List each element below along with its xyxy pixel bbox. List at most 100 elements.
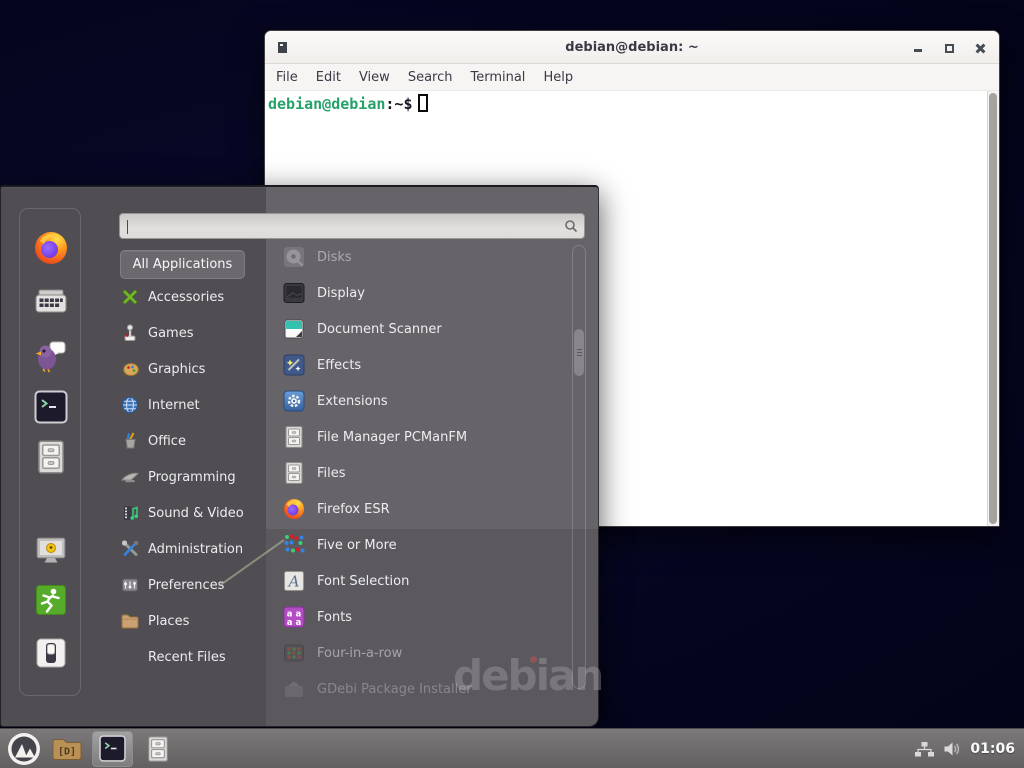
- document-scanner-icon: [282, 317, 306, 341]
- shutdown-button[interactable]: [33, 635, 69, 671]
- all-applications-button[interactable]: All Applications: [120, 250, 245, 279]
- preferences-icon: [120, 575, 140, 595]
- effects-icon: [282, 353, 306, 377]
- gdebi-icon: [282, 677, 306, 701]
- volume-icon[interactable]: [943, 741, 961, 757]
- menu-item-search[interactable]: Search: [399, 64, 462, 91]
- application-list: Disks Display Document Scanner Effects: [282, 239, 562, 707]
- app-disks[interactable]: Disks: [282, 239, 562, 275]
- recent-files-icon-empty: [120, 647, 140, 667]
- sound-video-icon: [120, 503, 140, 523]
- search-icon: [564, 219, 578, 233]
- window-controls: [911, 31, 987, 64]
- menu-button[interactable]: [7, 732, 41, 766]
- menu-logo-icon: [7, 732, 41, 766]
- category-administration[interactable]: Administration: [120, 531, 270, 567]
- category-recent-files[interactable]: Recent Files: [120, 639, 270, 675]
- extensions-icon: [282, 389, 306, 413]
- favorite-terminal-button[interactable]: [33, 389, 69, 425]
- app-four-in-a-row[interactable]: Four-in-a-row: [282, 635, 562, 671]
- search-input[interactable]: [128, 216, 548, 236]
- app-extensions[interactable]: Extensions: [282, 383, 562, 419]
- software-keys-icon: [33, 284, 69, 320]
- favorite-files-button[interactable]: [33, 439, 69, 475]
- category-places[interactable]: Places: [120, 603, 270, 639]
- maximize-button[interactable]: [942, 41, 956, 55]
- menu-item-terminal[interactable]: Terminal: [461, 64, 534, 91]
- pidgin-icon: [33, 337, 69, 373]
- four-in-a-row-icon: [282, 641, 306, 665]
- terminal-titlebar[interactable]: debian@debian: ~: [265, 31, 999, 64]
- terminal-cursor: [418, 94, 428, 112]
- app-fonts[interactable]: a aa a Fonts: [282, 599, 562, 635]
- category-sound-video[interactable]: Sound & Video: [120, 495, 270, 531]
- app-five-or-more[interactable]: Five or More: [282, 527, 562, 563]
- favorite-pidgin-button[interactable]: [33, 337, 69, 373]
- firefox-esr-icon: [282, 497, 306, 521]
- disks-icon: [282, 245, 306, 269]
- prompt-path: :~$: [385, 95, 412, 113]
- internet-icon: [120, 395, 140, 415]
- close-button[interactable]: [973, 41, 987, 55]
- terminal-prompt-line: debian@debian:~$: [268, 94, 428, 113]
- terminal-taskbar-icon: [98, 734, 127, 763]
- lock-screen-icon: [33, 532, 69, 568]
- search-box[interactable]: [119, 213, 585, 239]
- svg-text:[D]: [D]: [58, 746, 76, 757]
- system-tray: 01:06: [914, 741, 1024, 757]
- category-programming[interactable]: Programming: [120, 459, 270, 495]
- shutdown-icon: [33, 635, 69, 671]
- favorite-firefox-button[interactable]: [33, 230, 69, 266]
- app-list-scrollbar-thumb[interactable]: [574, 329, 584, 376]
- favorite-software-button[interactable]: [33, 284, 69, 320]
- menu-item-view[interactable]: View: [350, 64, 399, 91]
- category-accessories[interactable]: Accessories: [120, 279, 270, 315]
- desktop-folder-icon: [D]: [51, 736, 83, 762]
- lock-screen-button[interactable]: [33, 532, 69, 568]
- clock[interactable]: 01:06: [970, 741, 1015, 757]
- app-font-selection[interactable]: A Font Selection: [282, 563, 562, 599]
- graphics-icon: [120, 359, 140, 379]
- svg-text:A: A: [287, 573, 300, 591]
- desktop-folder-launcher[interactable]: [D]: [51, 735, 83, 763]
- network-icon[interactable]: [914, 741, 934, 757]
- app-list-scrollbar[interactable]: [572, 245, 586, 689]
- favorites-sidebar: [19, 208, 81, 696]
- prompt-user-host: debian@debian: [268, 95, 385, 113]
- app-display[interactable]: Display: [282, 275, 562, 311]
- programming-icon: [120, 467, 140, 487]
- terminal-title: debian@debian: ~: [265, 31, 999, 64]
- category-games[interactable]: Games: [120, 315, 270, 351]
- display-icon: [282, 281, 306, 305]
- app-gdebi-package-installer[interactable]: GDebi Package Installer: [282, 671, 562, 707]
- text-caret: [127, 220, 128, 234]
- taskbar: [D]: [0, 728, 1024, 768]
- category-preferences[interactable]: Preferences: [120, 567, 270, 603]
- terminal-scrollbar[interactable]: [987, 91, 999, 526]
- terminal-menubar: File Edit View Search Terminal Help: [265, 64, 999, 91]
- menu-item-edit[interactable]: Edit: [307, 64, 350, 91]
- font-selection-icon: A: [282, 569, 306, 593]
- file-manager-taskbar-icon: [144, 734, 172, 764]
- terminal-taskbar-button[interactable]: [92, 731, 133, 767]
- app-document-scanner[interactable]: Document Scanner: [282, 311, 562, 347]
- logout-button[interactable]: [33, 582, 69, 618]
- file-manager-launcher[interactable]: [144, 734, 172, 764]
- five-or-more-icon: [282, 533, 306, 557]
- minimize-button[interactable]: [911, 41, 925, 55]
- terminal-icon: [33, 389, 69, 425]
- app-files[interactable]: Files: [282, 455, 562, 491]
- app-file-manager-pcmanfm[interactable]: File Manager PCManFM: [282, 419, 562, 455]
- menu-item-file[interactable]: File: [267, 64, 307, 91]
- category-list: Accessories Games Graphics Internet: [120, 279, 270, 675]
- category-graphics[interactable]: Graphics: [120, 351, 270, 387]
- file-manager-icon: [282, 425, 306, 449]
- accessories-icon: [120, 287, 140, 307]
- app-firefox-esr[interactable]: Firefox ESR: [282, 491, 562, 527]
- category-office[interactable]: Office: [120, 423, 270, 459]
- menu-item-help[interactable]: Help: [534, 64, 582, 91]
- svg-text:a a: a a: [287, 618, 302, 628]
- app-effects[interactable]: Effects: [282, 347, 562, 383]
- terminal-scrollbar-thumb[interactable]: [989, 93, 997, 524]
- category-internet[interactable]: Internet: [120, 387, 270, 423]
